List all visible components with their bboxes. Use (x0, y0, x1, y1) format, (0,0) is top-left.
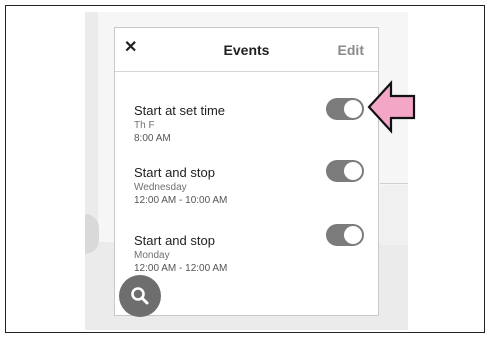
event-time: 12:00 AM - 12:00 AM (134, 263, 228, 274)
event-days: Th F (134, 120, 155, 131)
toggle-knob (344, 226, 362, 244)
background-block (380, 185, 408, 245)
event-time: 12:00 AM - 10:00 AM (134, 195, 228, 206)
pointer-arrow-icon (367, 80, 416, 134)
background-divider (380, 183, 408, 184)
toggle-knob (344, 100, 362, 118)
events-dialog: ✕ Events Edit Start at set time Th F 8:0… (114, 27, 379, 316)
event-toggle[interactable] (326, 160, 364, 182)
event-days: Monday (134, 250, 170, 261)
search-icon (131, 287, 149, 305)
dialog-header: ✕ Events Edit (115, 28, 378, 72)
toggle-knob (344, 162, 362, 180)
edit-button[interactable]: Edit (338, 42, 364, 58)
event-days: Wednesday (134, 182, 187, 193)
event-toggle[interactable] (326, 224, 364, 246)
search-button[interactable] (119, 275, 161, 317)
event-time: 8:00 AM (134, 133, 171, 144)
event-toggle[interactable] (326, 98, 364, 120)
